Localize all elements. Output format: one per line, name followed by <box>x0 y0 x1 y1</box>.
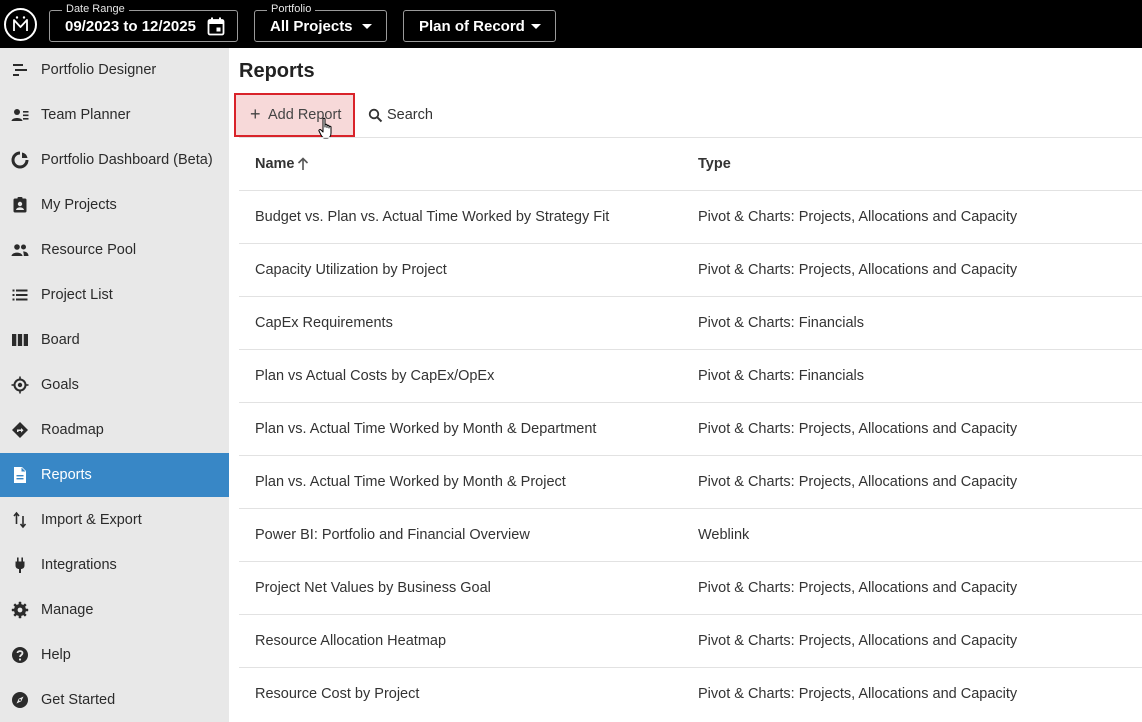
sidebar-item-label: Reports <box>41 467 92 483</box>
report-type: Pivot & Charts: Projects, Allocations an… <box>698 474 1018 490</box>
page-title: Reports <box>239 60 315 82</box>
sidebar-item-label: Project List <box>41 287 113 303</box>
report-name[interactable]: Resource Allocation Heatmap <box>255 632 446 650</box>
help-icon <box>12 647 28 663</box>
goals-icon <box>11 376 29 394</box>
gear-icon <box>11 601 29 619</box>
portfolio-select[interactable]: Portfolio All Projects <box>254 2 387 42</box>
portfolio-logo-icon[interactable] <box>4 8 37 41</box>
portfolio-designer-icon <box>13 64 27 76</box>
sidebar-item-label: Portfolio Dashboard (Beta) <box>41 152 213 168</box>
sidebar-item-label: Help <box>41 647 71 663</box>
sidebar-item-label: Board <box>41 332 80 348</box>
sidebar-item-label: Roadmap <box>41 422 104 438</box>
report-name[interactable]: Budget vs. Plan vs. Actual Time Worked b… <box>255 208 609 226</box>
sidebar-item-portfolio-designer[interactable]: Portfolio Designer <box>0 48 229 92</box>
sidebar-item-import-export[interactable]: Import & Export <box>0 498 229 542</box>
sidebar-item-portfolio-dashboard[interactable]: Portfolio Dashboard (Beta) <box>0 138 229 182</box>
sidebar-item-help[interactable]: Help <box>0 633 229 677</box>
report-type: Weblink <box>698 527 750 543</box>
report-name[interactable]: Power BI: Portfolio and Financial Overvi… <box>255 526 530 544</box>
plus-icon: + <box>250 104 261 124</box>
sidebar-item-label: My Projects <box>41 197 117 213</box>
dashboard-icon <box>11 151 29 169</box>
top-bar: Date Range 09/2023 to 12/2025 Portfolio … <box>0 0 1142 48</box>
report-type: Pivot & Charts: Financials <box>698 315 865 331</box>
table-header: Name Type <box>239 137 1142 190</box>
team-planner-icon <box>11 109 29 121</box>
my-projects-icon <box>13 197 27 213</box>
portfolio-value: All Projects <box>270 18 353 35</box>
sidebar-item-label: Goals <box>41 377 79 393</box>
sidebar-item-roadmap[interactable]: Roadmap <box>0 408 229 452</box>
report-name[interactable]: CapEx Requirements <box>255 314 393 332</box>
sidebar-item-project-list[interactable]: Project List <box>0 273 229 317</box>
table-row[interactable]: Budget vs. Plan vs. Actual Time Worked b… <box>239 190 1142 243</box>
table-row[interactable]: Power BI: Portfolio and Financial Overvi… <box>239 508 1142 561</box>
sidebar-item-integrations[interactable]: Integrations <box>0 543 229 587</box>
report-name[interactable]: Capacity Utilization by Project <box>255 261 447 279</box>
report-name[interactable]: Plan vs. Actual Time Worked by Month & D… <box>255 420 596 438</box>
sidebar-item-label: Team Planner <box>41 107 131 123</box>
project-list-icon <box>12 289 28 301</box>
table-row[interactable]: Plan vs. Actual Time Worked by Month & P… <box>239 455 1142 508</box>
sidebar-item-label: Manage <box>41 602 94 618</box>
sidebar-item-reports[interactable]: Reports <box>0 453 229 497</box>
table-row[interactable]: CapEx Requirements Pivot & Charts: Finan… <box>239 296 1142 349</box>
chevron-down-icon <box>531 24 541 29</box>
report-type: Pivot & Charts: Projects, Allocations an… <box>698 580 1018 596</box>
sidebar-item-manage[interactable]: Manage <box>0 588 229 632</box>
sidebar-item-label: Resource Pool <box>41 242 137 258</box>
board-icon <box>12 334 28 346</box>
report-type: Pivot & Charts: Projects, Allocations an… <box>698 633 1018 649</box>
date-range-label: Date Range <box>62 2 129 16</box>
sidebar-item-resource-pool[interactable]: Resource Pool <box>0 228 229 272</box>
scenario-select[interactable]: Plan of Record <box>403 10 556 42</box>
sidebar-item-label: Integrations <box>41 557 117 573</box>
sort-ascending-icon[interactable] <box>297 157 309 171</box>
report-name[interactable]: Project Net Values by Business Goal <box>255 579 491 597</box>
sidebar-item-goals[interactable]: Goals <box>0 363 229 407</box>
column-header-type[interactable]: Type <box>698 155 731 173</box>
table-row[interactable]: Resource Cost by Project Pivot & Charts:… <box>239 667 1142 720</box>
sidebar-item-board[interactable]: Board <box>0 318 229 362</box>
date-range-value: 09/2023 to 12/2025 <box>65 18 196 35</box>
report-name[interactable]: Plan vs Actual Costs by CapEx/OpEx <box>255 367 494 385</box>
table-row[interactable]: Capacity Utilization by Project Pivot & … <box>239 243 1142 296</box>
add-report-button[interactable]: + Add Report <box>234 93 355 137</box>
reports-icon <box>14 467 26 483</box>
report-name[interactable]: Resource Cost by Project <box>255 685 419 703</box>
sidebar-item-my-projects[interactable]: My Projects <box>0 183 229 227</box>
sidebar-item-label: Import & Export <box>41 512 142 528</box>
calendar-icon[interactable] <box>207 17 225 41</box>
table-row[interactable]: Resource Allocation Heatmap Pivot & Char… <box>239 614 1142 667</box>
plug-icon <box>15 557 25 573</box>
table-row[interactable]: Project Net Values by Business Goal Pivo… <box>239 561 1142 614</box>
report-type: Pivot & Charts: Financials <box>698 368 865 384</box>
sidebar-item-label: Get Started <box>41 692 116 708</box>
report-name[interactable]: Plan vs. Actual Time Worked by Month & P… <box>255 473 566 491</box>
chevron-down-icon <box>362 24 372 29</box>
table-row[interactable]: Plan vs Actual Costs by CapEx/OpEx Pivot… <box>239 349 1142 402</box>
date-range-field[interactable]: Date Range 09/2023 to 12/2025 <box>49 2 238 42</box>
reports-table: Name Type Budget vs. Plan vs. Actual Tim… <box>239 137 1142 720</box>
compass-icon <box>12 692 28 708</box>
sidebar-item-team-planner[interactable]: Team Planner <box>0 93 229 137</box>
scenario-value: Plan of Record <box>419 18 525 35</box>
table-row[interactable]: Plan vs. Actual Time Worked by Month & D… <box>239 402 1142 455</box>
search-icon <box>368 108 383 123</box>
sidebar-item-label: Portfolio Designer <box>41 62 157 78</box>
sidebar: Portfolio Designer Team Planner Portfoli… <box>0 48 229 722</box>
sidebar-item-get-started[interactable]: Get Started <box>0 678 229 722</box>
roadmap-icon <box>12 422 28 438</box>
report-type: Pivot & Charts: Projects, Allocations an… <box>698 262 1018 278</box>
search-label: Search <box>387 107 433 123</box>
report-type: Pivot & Charts: Projects, Allocations an… <box>698 421 1018 437</box>
column-header-name[interactable]: Name <box>255 155 295 173</box>
report-type: Pivot & Charts: Projects, Allocations an… <box>698 209 1018 225</box>
portfolio-label: Portfolio <box>267 2 316 16</box>
report-type: Pivot & Charts: Projects, Allocations an… <box>698 686 1018 702</box>
import-export-icon <box>13 511 27 529</box>
resource-pool-icon <box>11 244 29 256</box>
